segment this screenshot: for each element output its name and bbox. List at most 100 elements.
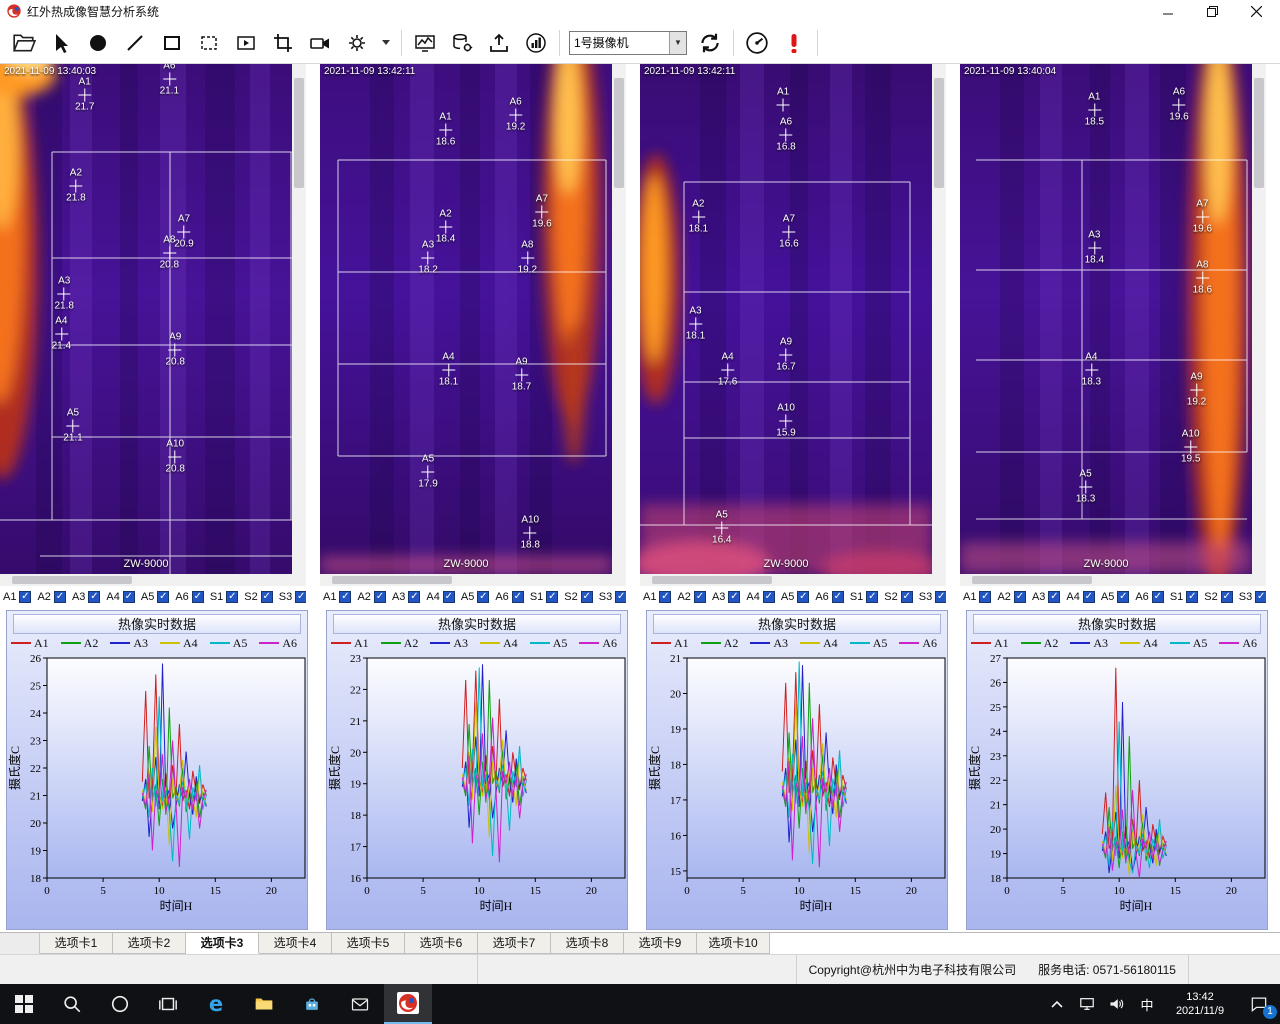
point-toggle-A1[interactable]: A1✓ bbox=[323, 591, 351, 603]
draw-line-button[interactable] bbox=[121, 29, 149, 57]
draw-rect-button[interactable] bbox=[158, 29, 186, 57]
point-toggle-A2[interactable]: A2✓ bbox=[997, 591, 1025, 603]
checkbox-icon[interactable]: ✓ bbox=[477, 591, 489, 603]
point-toggle-S2[interactable]: S2✓ bbox=[884, 591, 912, 603]
horizontal-scrollbar[interactable] bbox=[0, 574, 292, 586]
checkbox-icon[interactable]: ✓ bbox=[581, 591, 593, 603]
checkbox-icon[interactable]: ✓ bbox=[546, 591, 558, 603]
point-toggle-A5[interactable]: A5✓ bbox=[1101, 591, 1129, 603]
thermal-image[interactable]: 2021-11-09 13:42:11 A118.6A619.2A218.4A7… bbox=[320, 64, 612, 574]
store-button[interactable] bbox=[288, 984, 336, 1024]
thermal-image[interactable]: 2021-11-09 13:40:03 A121.7A621.1A221.8A7… bbox=[0, 64, 292, 574]
chevron-down-icon[interactable]: ▼ bbox=[669, 32, 686, 54]
horizontal-scrollbar[interactable] bbox=[640, 574, 932, 586]
thermal-image[interactable]: 2021-11-09 13:40:04 A118.5A619.6A719.6A3… bbox=[960, 64, 1252, 574]
tab-选项卡2[interactable]: 选项卡2 bbox=[113, 933, 186, 954]
point-toggle-S1[interactable]: S1✓ bbox=[1170, 591, 1198, 603]
checkbox-icon[interactable]: ✓ bbox=[979, 591, 991, 603]
point-toggle-A6[interactable]: A6✓ bbox=[815, 591, 843, 603]
tab-选项卡3[interactable]: 选项卡3 bbox=[186, 933, 259, 954]
file-explorer-button[interactable] bbox=[240, 984, 288, 1024]
point-toggle-S1[interactable]: S1✓ bbox=[850, 591, 878, 603]
horizontal-scrollbar[interactable] bbox=[960, 574, 1252, 586]
point-toggle-A2[interactable]: A2✓ bbox=[37, 591, 65, 603]
vertical-scrollbar[interactable] bbox=[612, 64, 626, 574]
tab-选项卡5[interactable]: 选项卡5 bbox=[332, 933, 405, 954]
checkbox-icon[interactable]: ✓ bbox=[694, 591, 706, 603]
point-toggle-A3[interactable]: A3✓ bbox=[72, 591, 100, 603]
checkbox-icon[interactable]: ✓ bbox=[157, 591, 169, 603]
point-toggle-A5[interactable]: A5✓ bbox=[141, 591, 169, 603]
checkbox-icon[interactable]: ✓ bbox=[261, 591, 273, 603]
point-toggle-A4[interactable]: A4✓ bbox=[1066, 591, 1094, 603]
cortana-button[interactable] bbox=[96, 984, 144, 1024]
point-toggle-S3[interactable]: S3✓ bbox=[279, 591, 306, 603]
horizontal-scrollbar[interactable] bbox=[320, 574, 612, 586]
stop-alert-button[interactable] bbox=[780, 29, 808, 57]
search-button[interactable] bbox=[48, 984, 96, 1024]
checkbox-icon[interactable]: ✓ bbox=[443, 591, 455, 603]
tab-选项卡10[interactable]: 选项卡10 bbox=[697, 933, 770, 954]
point-toggle-A4[interactable]: A4✓ bbox=[746, 591, 774, 603]
point-toggle-A1[interactable]: A1✓ bbox=[963, 591, 991, 603]
checkbox-icon[interactable]: ✓ bbox=[192, 591, 204, 603]
vertical-scrollbar[interactable] bbox=[292, 64, 306, 574]
point-toggle-S2[interactable]: S2✓ bbox=[244, 591, 272, 603]
signal-stats-button[interactable] bbox=[522, 29, 550, 57]
checkbox-icon[interactable]: ✓ bbox=[763, 591, 775, 603]
taskbar-clock[interactable]: 13:42 2021/11/9 bbox=[1162, 984, 1238, 1024]
point-toggle-A3[interactable]: A3✓ bbox=[392, 591, 420, 603]
point-toggle-A2[interactable]: A2✓ bbox=[357, 591, 385, 603]
vertical-scrollbar[interactable] bbox=[932, 64, 946, 574]
checkbox-icon[interactable]: ✓ bbox=[615, 591, 626, 603]
camera-select[interactable]: 1号摄像机 ▼ bbox=[569, 31, 687, 55]
task-view-button[interactable] bbox=[144, 984, 192, 1024]
point-toggle-A3[interactable]: A3✓ bbox=[712, 591, 740, 603]
minimize-button[interactable] bbox=[1146, 0, 1190, 22]
checkbox-icon[interactable]: ✓ bbox=[901, 591, 913, 603]
checkbox-icon[interactable]: ✓ bbox=[832, 591, 844, 603]
point-toggle-S1[interactable]: S1✓ bbox=[210, 591, 238, 603]
checkbox-icon[interactable]: ✓ bbox=[866, 591, 878, 603]
checkbox-icon[interactable]: ✓ bbox=[88, 591, 100, 603]
monitor-chart-button[interactable] bbox=[411, 29, 439, 57]
draw-circle-button[interactable] bbox=[84, 29, 112, 57]
database-config-button[interactable] bbox=[448, 29, 476, 57]
point-toggle-S3[interactable]: S3✓ bbox=[919, 591, 946, 603]
tab-scroll-stub[interactable] bbox=[0, 933, 40, 954]
settings-gear-button[interactable] bbox=[343, 29, 371, 57]
checkbox-icon[interactable]: ✓ bbox=[1255, 591, 1266, 603]
start-button[interactable] bbox=[0, 984, 48, 1024]
checkbox-icon[interactable]: ✓ bbox=[1152, 591, 1164, 603]
point-toggle-A3[interactable]: A3✓ bbox=[1032, 591, 1060, 603]
checkbox-icon[interactable]: ✓ bbox=[374, 591, 386, 603]
checkbox-icon[interactable]: ✓ bbox=[1083, 591, 1095, 603]
checkbox-icon[interactable]: ✓ bbox=[1014, 591, 1026, 603]
checkbox-icon[interactable]: ✓ bbox=[54, 591, 66, 603]
point-toggle-S3[interactable]: S3✓ bbox=[599, 591, 626, 603]
hidden-icons-chevron[interactable] bbox=[1042, 984, 1072, 1024]
thermal-app-taskbar-button[interactable] bbox=[384, 984, 432, 1024]
tab-选项卡7[interactable]: 选项卡7 bbox=[478, 933, 551, 954]
checkbox-icon[interactable]: ✓ bbox=[19, 591, 31, 603]
tab-选项卡4[interactable]: 选项卡4 bbox=[259, 933, 332, 954]
video-camera-button[interactable] bbox=[306, 29, 334, 57]
tab-选项卡6[interactable]: 选项卡6 bbox=[405, 933, 478, 954]
checkbox-icon[interactable]: ✓ bbox=[226, 591, 238, 603]
point-toggle-S1[interactable]: S1✓ bbox=[530, 591, 558, 603]
point-toggle-A5[interactable]: A5✓ bbox=[461, 591, 489, 603]
checkbox-icon[interactable]: ✓ bbox=[659, 591, 671, 603]
select-region-button[interactable] bbox=[195, 29, 223, 57]
point-toggle-A6[interactable]: A6✓ bbox=[1135, 591, 1163, 603]
export-upload-button[interactable] bbox=[485, 29, 513, 57]
notification-center-button[interactable]: 1 bbox=[1238, 984, 1280, 1024]
checkbox-icon[interactable]: ✓ bbox=[1186, 591, 1198, 603]
point-toggle-S3[interactable]: S3✓ bbox=[1239, 591, 1266, 603]
checkbox-icon[interactable]: ✓ bbox=[1117, 591, 1129, 603]
vertical-scrollbar[interactable] bbox=[1252, 64, 1266, 574]
mail-button[interactable] bbox=[336, 984, 384, 1024]
tab-选项卡8[interactable]: 选项卡8 bbox=[551, 933, 624, 954]
checkbox-icon[interactable]: ✓ bbox=[123, 591, 135, 603]
checkbox-icon[interactable]: ✓ bbox=[295, 591, 306, 603]
point-toggle-A6[interactable]: A6✓ bbox=[495, 591, 523, 603]
